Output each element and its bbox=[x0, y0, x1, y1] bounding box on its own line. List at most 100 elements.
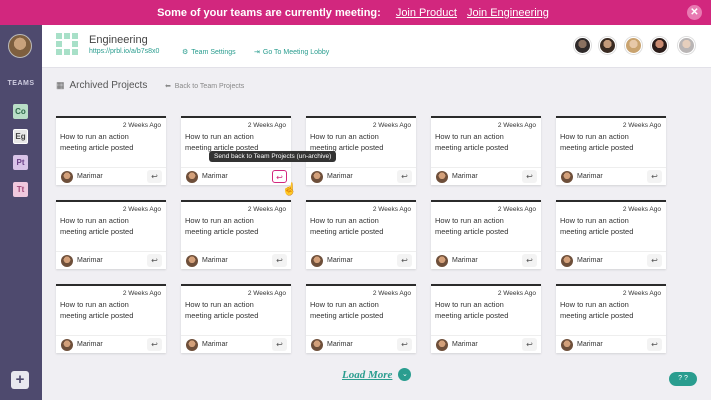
archived-project-card[interactable]: 2 Weeks Ago How to run an action meeting … bbox=[431, 200, 541, 269]
card-age: 2 Weeks Ago bbox=[122, 122, 161, 129]
member-avatar[interactable] bbox=[651, 37, 668, 54]
archived-project-card[interactable]: 2 Weeks Ago How to run an action meeting … bbox=[306, 284, 416, 353]
archived-project-card[interactable]: 2 Weeks Ago How to run an action meeting … bbox=[556, 116, 666, 185]
author-avatar bbox=[436, 255, 448, 267]
card-text: How to run an action meeting article pos… bbox=[60, 132, 134, 152]
author-avatar bbox=[311, 255, 323, 267]
archived-project-card[interactable]: 2 Weeks Ago How to run an action meeting … bbox=[56, 200, 166, 269]
card-footer: Marimar ↩ bbox=[181, 167, 291, 185]
sidebar: TEAMS Co Eg Pt Tt + bbox=[0, 25, 42, 400]
sidebar-team-co[interactable]: Co bbox=[13, 104, 28, 119]
unarchive-icon[interactable]: ↩ bbox=[522, 254, 537, 267]
archived-project-card[interactable]: 2 Weeks Ago How to run an action meeting … bbox=[181, 284, 291, 353]
unarchive-icon[interactable]: ↩ bbox=[272, 338, 287, 351]
author-name: Marimar bbox=[202, 341, 228, 348]
unarchive-icon[interactable]: ↩ bbox=[147, 170, 162, 183]
author-avatar bbox=[436, 171, 448, 183]
card-age: 2 Weeks Ago bbox=[247, 290, 286, 297]
author-name: Marimar bbox=[202, 173, 228, 180]
card-text: How to run an action meeting article pos… bbox=[185, 132, 259, 152]
member-avatar[interactable] bbox=[599, 37, 616, 54]
load-more-button[interactable]: Load More ⌄ bbox=[342, 368, 412, 381]
teams-label: TEAMS bbox=[7, 80, 35, 87]
unarchive-icon[interactable]: ↩ bbox=[647, 338, 662, 351]
card-footer: Marimar ↩ bbox=[56, 167, 166, 185]
archived-project-card[interactable]: 2 Weeks Ago How to run an action meeting … bbox=[56, 116, 166, 185]
join-product-link[interactable]: Join Product bbox=[396, 7, 457, 19]
author-avatar bbox=[186, 339, 198, 351]
card-text: How to run an action meeting article pos… bbox=[310, 300, 384, 320]
card-text: How to run an action meeting article pos… bbox=[435, 300, 509, 320]
help-button[interactable]: ? ? bbox=[669, 372, 697, 386]
card-age: 2 Weeks Ago bbox=[497, 122, 536, 129]
card-text: How to run an action meeting article pos… bbox=[435, 132, 509, 152]
card-age: 2 Weeks Ago bbox=[372, 122, 411, 129]
unarchive-icon[interactable]: ↩ bbox=[647, 170, 662, 183]
team-name: Engineering bbox=[89, 34, 148, 46]
unarchive-icon[interactable]: ↩ bbox=[147, 338, 162, 351]
team-link[interactable]: https://prbl.io/a/b7s8x0 bbox=[89, 48, 159, 55]
archived-project-card[interactable]: 2 Weeks Ago How to run an action meeting … bbox=[556, 284, 666, 353]
card-age: 2 Weeks Ago bbox=[247, 206, 286, 213]
member-avatar[interactable] bbox=[574, 37, 591, 54]
card-text: How to run an action meeting article pos… bbox=[310, 132, 384, 152]
team-settings-link[interactable]: ⚙ Team Settings bbox=[182, 48, 236, 56]
card-age: 2 Weeks Ago bbox=[622, 290, 661, 297]
unarchive-tooltip: Send back to Team Projects (un-archive) bbox=[209, 151, 337, 162]
author-avatar bbox=[311, 171, 323, 183]
card-footer: Marimar ↩ bbox=[556, 251, 666, 269]
card-footer: Marimar ↩ bbox=[556, 335, 666, 353]
card-text: How to run an action meeting article pos… bbox=[60, 300, 134, 320]
unarchive-icon[interactable]: ↩ bbox=[397, 254, 412, 267]
sidebar-team-tt[interactable]: Tt bbox=[13, 182, 28, 197]
meeting-lobby-label: Go To Meeting Lobby bbox=[262, 49, 330, 56]
team-header: Engineering https://prbl.io/a/b7s8x0 ⚙ Te… bbox=[42, 25, 711, 68]
archived-project-card[interactable]: 2 Weeks Ago How to run an action meeting … bbox=[181, 200, 291, 269]
sidebar-team-pt[interactable]: Pt bbox=[13, 155, 28, 170]
member-avatar[interactable] bbox=[678, 37, 695, 54]
author-name: Marimar bbox=[577, 341, 603, 348]
unarchive-icon[interactable]: ↩ bbox=[522, 170, 537, 183]
archived-project-card[interactable]: 2 Weeks Ago How to run an action meeting … bbox=[431, 116, 541, 185]
add-team-button[interactable]: + bbox=[11, 371, 29, 389]
card-footer: Marimar ↩ bbox=[431, 251, 541, 269]
author-name: Marimar bbox=[202, 257, 228, 264]
back-to-projects-link[interactable]: ⬅ Back to Team Projects bbox=[165, 82, 244, 90]
card-footer: Marimar ↩ bbox=[556, 167, 666, 185]
archived-project-card[interactable]: 2 Weeks Ago How to run an action meeting … bbox=[431, 284, 541, 353]
chevron-down-icon: ⌄ bbox=[398, 368, 412, 381]
card-footer: Marimar ↩ bbox=[306, 335, 416, 353]
card-text: How to run an action meeting article pos… bbox=[560, 300, 634, 320]
card-age: 2 Weeks Ago bbox=[622, 122, 661, 129]
author-name: Marimar bbox=[577, 173, 603, 180]
gear-icon: ⚙ bbox=[182, 49, 189, 56]
meeting-banner: Some of your teams are currently meeting… bbox=[0, 0, 711, 25]
card-text: How to run an action meeting article pos… bbox=[560, 216, 634, 236]
card-text: How to run an action meeting article pos… bbox=[310, 216, 384, 236]
card-footer: Marimar ↩ bbox=[56, 251, 166, 269]
join-engineering-link[interactable]: Join Engineering bbox=[467, 7, 549, 19]
author-avatar bbox=[311, 339, 323, 351]
meeting-lobby-link[interactable]: ⇥ Go To Meeting Lobby bbox=[254, 48, 329, 56]
card-text: How to run an action meeting article pos… bbox=[435, 216, 509, 236]
archived-project-card[interactable]: 2 Weeks Ago How to run an action meeting … bbox=[556, 200, 666, 269]
unarchive-icon[interactable]: ↩ bbox=[647, 254, 662, 267]
back-label: Back to Team Projects bbox=[174, 83, 245, 90]
archived-project-card[interactable]: 2 Weeks Ago How to run an action meeting … bbox=[306, 200, 416, 269]
unarchive-icon[interactable]: ↩ bbox=[397, 170, 412, 183]
author-avatar bbox=[561, 171, 573, 183]
member-avatar[interactable] bbox=[625, 37, 642, 54]
author-avatar bbox=[186, 171, 198, 183]
sidebar-team-eg[interactable]: Eg bbox=[13, 129, 28, 144]
unarchive-icon[interactable]: ↩ bbox=[397, 338, 412, 351]
user-avatar[interactable] bbox=[8, 34, 32, 58]
author-name: Marimar bbox=[77, 173, 103, 180]
author-avatar bbox=[561, 339, 573, 351]
unarchive-icon[interactable]: ↩ bbox=[522, 338, 537, 351]
archived-project-card[interactable]: 2 Weeks Ago How to run an action meeting … bbox=[56, 284, 166, 353]
unarchive-icon[interactable]: ↩ bbox=[147, 254, 162, 267]
banner-message: Some of your teams are currently meeting… bbox=[157, 6, 381, 19]
card-age: 2 Weeks Ago bbox=[497, 206, 536, 213]
unarchive-icon[interactable]: ↩ bbox=[272, 254, 287, 267]
close-icon[interactable]: ✕ bbox=[687, 5, 702, 20]
